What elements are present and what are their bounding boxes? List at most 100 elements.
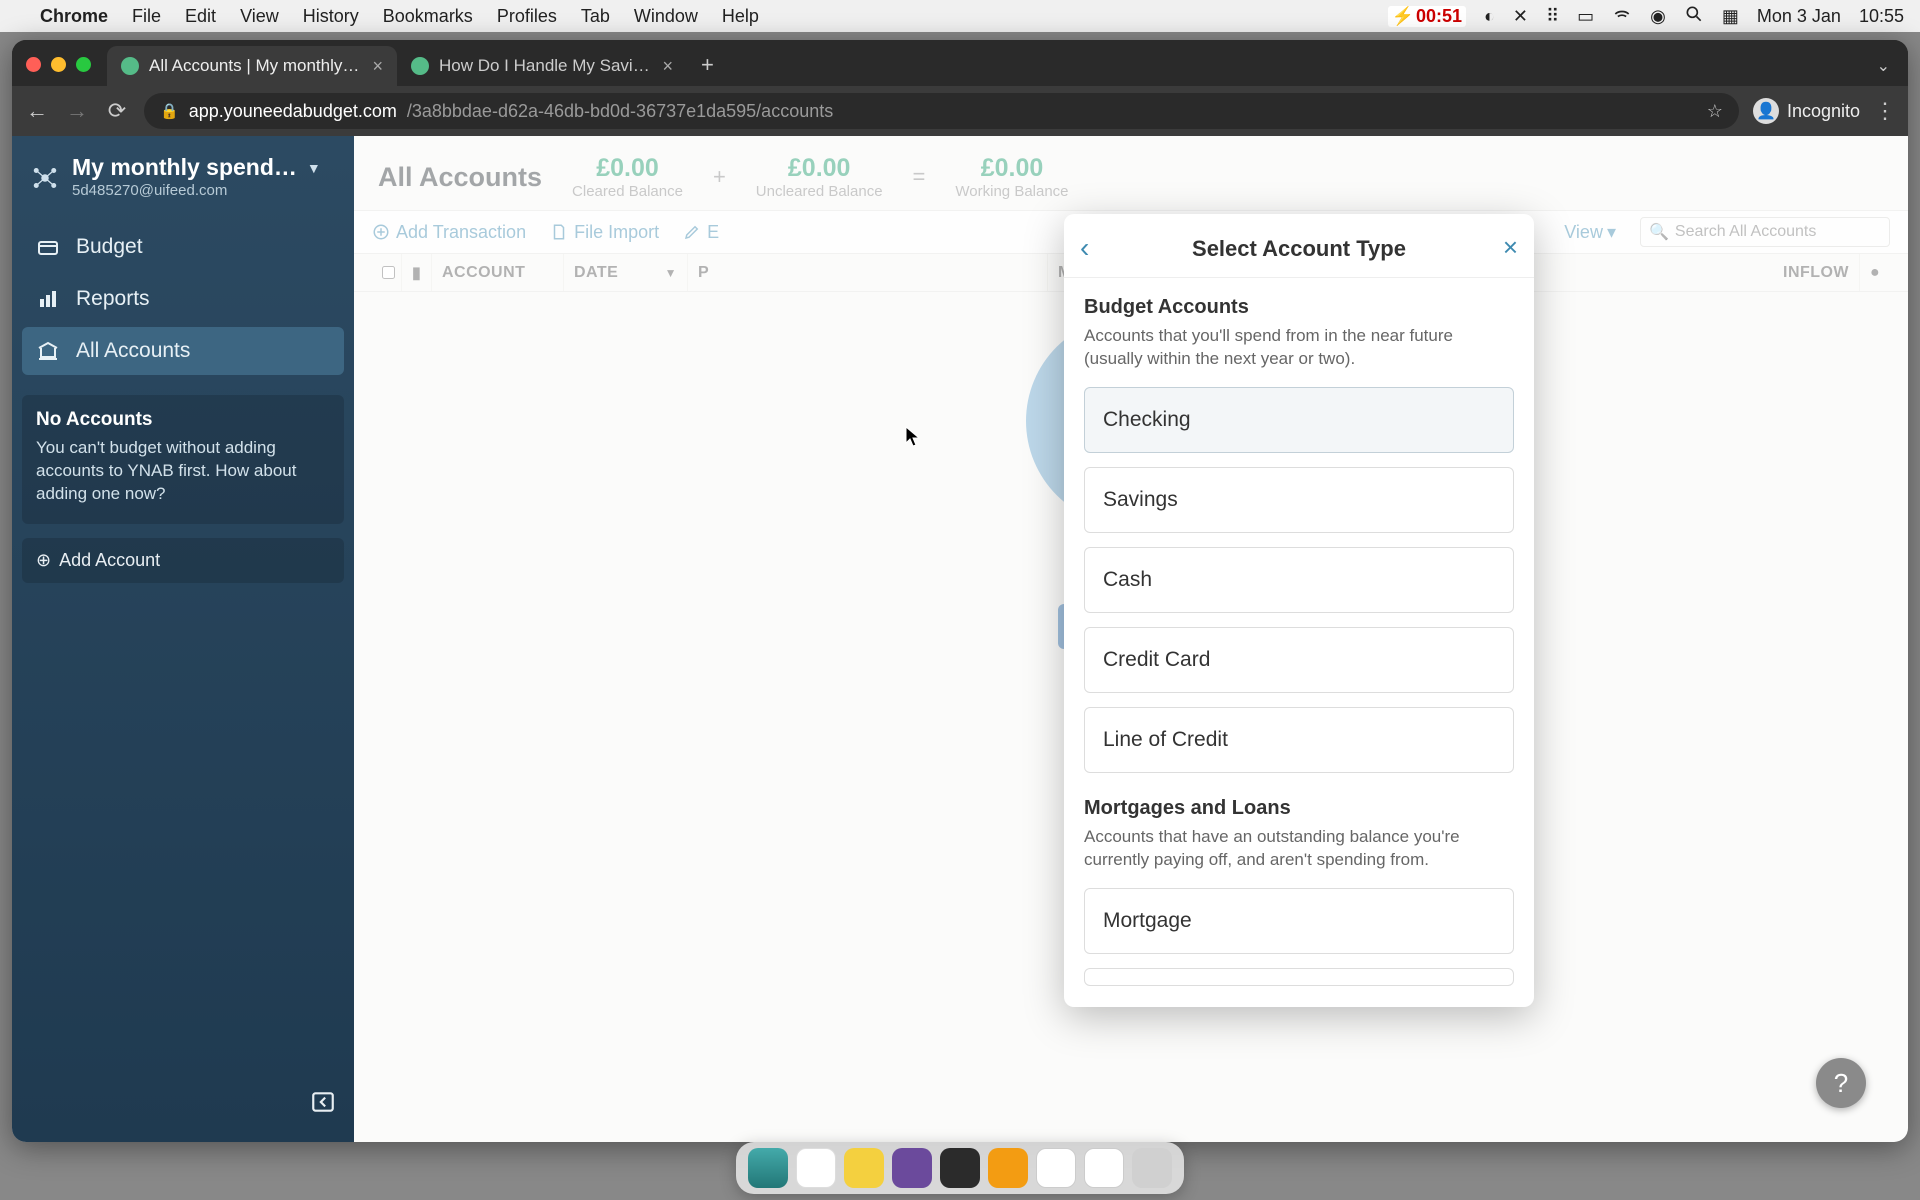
dock-app-icon[interactable] [988,1148,1028,1188]
bookmark-icon[interactable]: ☆ [1707,101,1723,122]
account-type-list: Checking Savings Cash Credit Card Line o… [1084,387,1514,773]
menubar-item[interactable]: Edit [185,6,216,27]
close-window-button[interactable] [26,57,41,72]
account-type-mortgage[interactable]: Mortgage [1084,888,1514,954]
section-mortgages-desc: Accounts that have an outstanding balanc… [1084,826,1514,872]
dock-trash-icon[interactable] [1132,1148,1172,1188]
add-account-button[interactable]: ⊕ Add Account [22,538,344,583]
no-accounts-panel: No Accounts You can't budget without add… [22,395,344,524]
profile-chip[interactable]: 👤 Incognito [1753,98,1860,124]
browser-tab[interactable]: All Accounts | My monthly spe… × [107,46,397,86]
window-controls [26,57,107,86]
browser-menu-button[interactable]: ⋮ [1874,98,1896,124]
macos-dock [736,1142,1184,1194]
no-accounts-body: You can't budget without adding accounts… [36,437,330,506]
maximize-window-button[interactable] [76,57,91,72]
account-type-cash[interactable]: Cash [1084,547,1514,613]
ynab-logo-icon [30,163,60,193]
chrome-window: All Accounts | My monthly spe… × How Do … [12,40,1908,1142]
add-account-label: Add Account [59,550,160,571]
spotlight-icon[interactable] [1684,4,1704,29]
account-type-savings[interactable]: Savings [1084,467,1514,533]
sidebar-item-all-accounts[interactable]: All Accounts [22,327,344,375]
collapse-sidebar-button[interactable] [302,1081,344,1128]
budget-name: My monthly spend… [72,156,297,179]
sidebar-nav: Budget Reports All Accounts [22,223,344,375]
menubar-item[interactable]: File [132,6,161,27]
sidebar: My monthly spend… ▼ 5d485270@uifeed.com … [12,136,354,1142]
menubar-item[interactable]: Tab [581,6,610,27]
dock-preview-icon[interactable] [1084,1148,1124,1188]
reload-button[interactable]: ⟳ [104,98,130,124]
menubar-date[interactable]: Mon 3 Jan [1757,6,1841,27]
account-type-checking[interactable]: Checking [1084,387,1514,453]
lock-icon: 🔒 [160,102,179,120]
dock-textedit-icon[interactable] [1036,1148,1076,1188]
back-button[interactable]: ← [24,98,50,124]
menubar-item[interactable]: Profiles [497,6,557,27]
sidebar-item-budget[interactable]: Budget [22,223,344,271]
menubar-item[interactable]: Help [722,6,759,27]
menubar-item[interactable]: Bookmarks [383,6,473,27]
close-tab-button[interactable]: × [372,56,383,77]
sidebar-item-reports[interactable]: Reports [22,275,344,323]
status-icon[interactable]: ✕ [1513,6,1528,27]
close-tab-button[interactable]: × [662,56,673,77]
dock-finder-icon[interactable] [748,1148,788,1188]
new-tab-button[interactable]: + [687,44,728,86]
section-budget-accounts-title: Budget Accounts [1084,296,1514,319]
menubar-time[interactable]: 10:55 [1859,6,1904,27]
section-budget-accounts-desc: Accounts that you'll spend from in the n… [1084,325,1514,371]
menubar-item[interactable]: Window [634,6,698,27]
wifi-icon[interactable] [1612,4,1632,29]
url-host: app.youneedabudget.com [189,101,397,122]
dock-terminal-icon[interactable] [940,1148,980,1188]
collapse-icon [310,1089,336,1115]
no-accounts-title: No Accounts [36,409,330,431]
account-type-list: Mortgage [1084,888,1514,986]
modal-close-button[interactable]: × [1503,232,1518,263]
reports-icon [36,287,60,311]
sidebar-item-label: Budget [76,235,143,259]
plus-circle-icon: ⊕ [36,550,51,571]
browser-tab[interactable]: How Do I Handle My Savings A… × [397,46,687,86]
modal-title: Select Account Type [1192,236,1406,262]
battery-icon[interactable]: ▭ [1577,6,1594,27]
menubar-item[interactable]: View [240,6,279,27]
chevron-down-icon: ▼ [307,160,321,176]
user-email: 5d485270@uifeed.com [72,182,321,199]
dock-notes-icon[interactable] [844,1148,884,1188]
account-type-partial[interactable] [1084,968,1514,986]
help-button[interactable]: ? [1816,1058,1866,1108]
account-type-line-of-credit[interactable]: Line of Credit [1084,707,1514,773]
budget-switcher[interactable]: My monthly spend… ▼ 5d485270@uifeed.com [22,150,344,209]
tabs-menu-button[interactable]: ⌄ [1859,46,1908,86]
menubar-item[interactable]: History [303,6,359,27]
select-account-type-modal: ‹ Select Account Type × Budget Accounts … [1064,214,1534,1007]
battery-indicator[interactable]: ⚡00:51 [1388,6,1466,27]
account-type-credit-card[interactable]: Credit Card [1084,627,1514,693]
menubar-appname[interactable]: Chrome [40,6,108,27]
dock-chrome-icon[interactable] [796,1148,836,1188]
tab-strip: All Accounts | My monthly spe… × How Do … [12,40,1908,86]
minimize-window-button[interactable] [51,57,66,72]
siri-icon[interactable]: ▦ [1722,6,1739,27]
tab-title: How Do I Handle My Savings A… [439,56,652,76]
modal-back-button[interactable]: ‹ [1080,232,1089,264]
address-bar: ← → ⟳ 🔒 app.youneedabudget.com/3a8bbdae-… [12,86,1908,136]
forward-button[interactable]: → [64,98,90,124]
status-icon[interactable]: ⠿ [1546,6,1559,27]
macos-menubar: Chrome File Edit View History Bookmarks … [0,0,1920,32]
url-field[interactable]: 🔒 app.youneedabudget.com/3a8bbdae-d62a-4… [144,93,1739,129]
favicon-icon [121,57,139,75]
profile-label: Incognito [1787,101,1860,122]
url-path: /3a8bbdae-d62a-46db-bd0d-36737e1da595/ac… [407,101,833,122]
accounts-icon [36,339,60,363]
section-mortgages-title: Mortgages and Loans [1084,797,1514,820]
sidebar-item-label: Reports [76,287,150,311]
status-icon[interactable]: ◐ [1484,6,1495,27]
incognito-icon: 👤 [1753,98,1779,124]
control-center-icon[interactable]: ◉ [1650,6,1666,27]
dock-app-icon[interactable] [892,1148,932,1188]
ynab-app: My monthly spend… ▼ 5d485270@uifeed.com … [12,136,1908,1142]
